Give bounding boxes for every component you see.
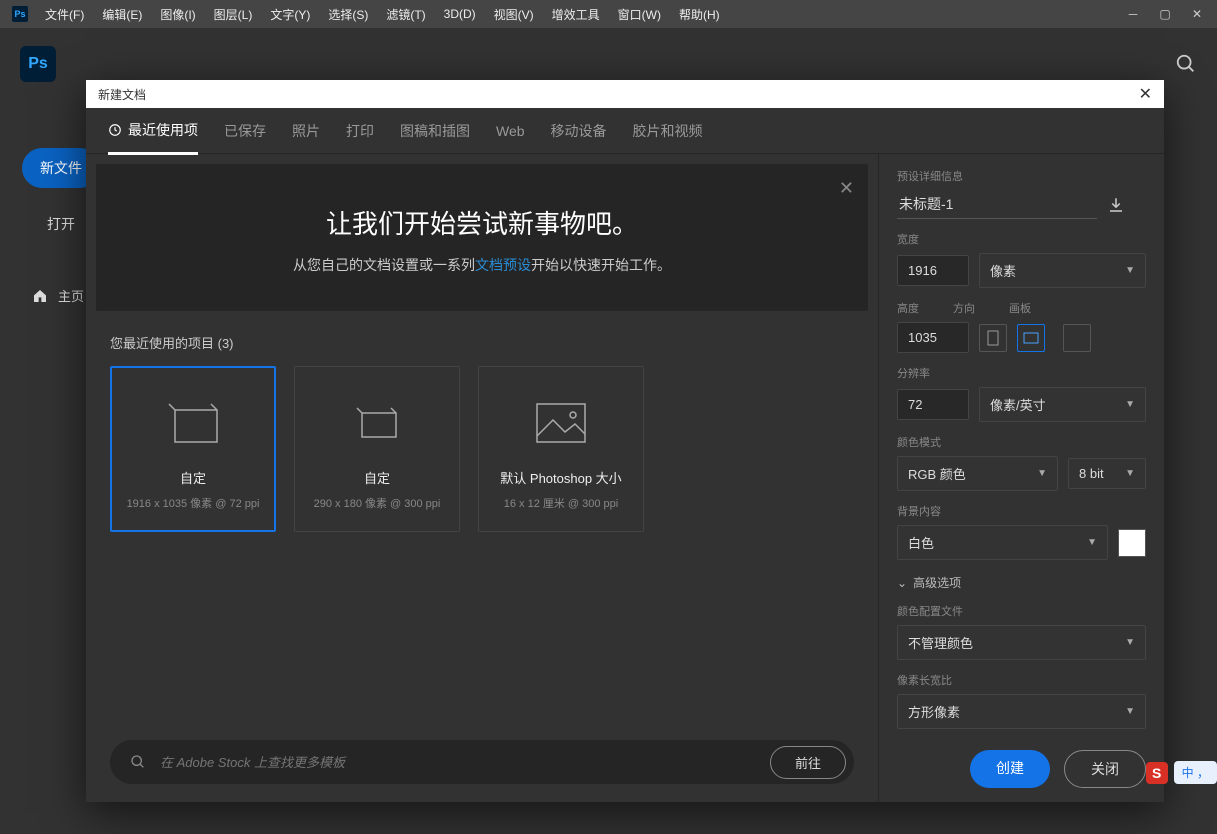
ime-indicator: S 中 ，	[1146, 761, 1217, 784]
tab-recent[interactable]: 最近使用项	[108, 108, 198, 155]
profile-label: 颜色配置文件	[897, 603, 1146, 619]
close-button[interactable]: 关闭	[1064, 750, 1146, 788]
res-label: 分辨率	[897, 365, 1146, 381]
home-label: 主页	[58, 286, 84, 305]
bg-label: 背景内容	[897, 503, 1146, 519]
height-label: 高度	[897, 300, 919, 316]
save-preset-icon[interactable]	[1107, 196, 1125, 214]
background-select[interactable]: 白色▼	[897, 525, 1108, 560]
hero-text: 从您自己的文档设置或一系列文档预设开始以快速开始工作。	[126, 255, 838, 275]
window-minimize-button[interactable]: ─	[1117, 0, 1149, 28]
color-profile-select[interactable]: 不管理颜色▼	[897, 625, 1146, 660]
details-header: 预设详细信息	[897, 168, 1146, 184]
aspect-label: 像素长宽比	[897, 672, 1146, 688]
chevron-down-icon: ▼	[1087, 537, 1097, 548]
preset-details-panel: 预设详细信息 宽度 像素▼ 高度 方向 画板 分辨率	[878, 154, 1164, 802]
window-close-button[interactable]: ✕	[1181, 0, 1213, 28]
background-swatch[interactable]	[1118, 529, 1146, 557]
orient-label: 方向	[953, 300, 975, 316]
presets-grid: 自定 1916 x 1035 像素 @ 72 ppi 自定 290 x 180 …	[86, 366, 878, 532]
orient-landscape-button[interactable]	[1017, 324, 1045, 352]
stock-search-input[interactable]	[160, 755, 756, 770]
artboard-label: 画板	[1009, 300, 1031, 316]
menu-filter[interactable]: 滤镜(T)	[377, 6, 434, 23]
new-document-dialog: 新建文档 ✕ 最近使用项 已保存 照片 打印 图稿和插图 Web 移动设备 胶片…	[86, 80, 1164, 802]
width-unit-select[interactable]: 像素▼	[979, 253, 1146, 288]
hero-close-icon[interactable]: ✕	[839, 178, 854, 199]
create-button[interactable]: 创建	[970, 750, 1050, 788]
menu-help[interactable]: 帮助(H)	[670, 6, 729, 23]
orient-portrait-button[interactable]	[979, 324, 1007, 352]
dialog-tabs: 最近使用项 已保存 照片 打印 图稿和插图 Web 移动设备 胶片和视频	[86, 108, 1164, 154]
color-mode-select[interactable]: RGB 颜色▼	[897, 456, 1058, 491]
menu-3d[interactable]: 3D(D)	[435, 7, 485, 21]
artboard-checkbox[interactable]	[1063, 324, 1091, 352]
ime-lang[interactable]: 中 ，	[1174, 761, 1217, 784]
tab-web[interactable]: Web	[496, 111, 525, 151]
document-icon	[163, 388, 223, 458]
chevron-down-icon: ▼	[1125, 637, 1135, 648]
dialog-left-panel: ✕ 让我们开始尝试新事物吧。 从您自己的文档设置或一系列文档预设开始以快速开始工…	[86, 154, 878, 802]
menubar: Ps 文件(F) 编辑(E) 图像(I) 图层(L) 文字(Y) 选择(S) 滤…	[0, 0, 1217, 28]
width-label: 宽度	[897, 231, 1146, 247]
advanced-toggle[interactable]: ⌄高级选项	[897, 574, 1146, 591]
window-maximize-button[interactable]: ▢	[1149, 0, 1181, 28]
resolution-input[interactable]	[897, 389, 969, 420]
menu-text[interactable]: 文字(Y)	[261, 6, 319, 23]
height-input[interactable]	[897, 322, 969, 353]
dialog-title: 新建文档	[98, 86, 146, 103]
preset-item-2[interactable]: 默认 Photoshop 大小 16 x 12 厘米 @ 300 ppi	[478, 366, 644, 532]
hero-link[interactable]: 文档预设	[475, 257, 531, 273]
menu-view[interactable]: 视图(V)	[485, 6, 543, 23]
menu-layer[interactable]: 图层(L)	[205, 6, 262, 23]
tab-saved[interactable]: 已保存	[224, 109, 266, 153]
clock-icon	[108, 123, 122, 137]
document-name-input[interactable]	[897, 190, 1097, 219]
home-icon	[32, 288, 48, 304]
tab-film[interactable]: 胶片和视频	[633, 109, 703, 153]
chevron-down-icon: ▼	[1125, 706, 1135, 717]
menu-plugins[interactable]: 增效工具	[543, 6, 609, 23]
tab-print[interactable]: 打印	[346, 109, 374, 153]
image-icon	[531, 388, 591, 458]
tab-mobile[interactable]: 移动设备	[551, 109, 607, 153]
chevron-down-icon: ▼	[1125, 399, 1135, 410]
preset-item-1[interactable]: 自定 290 x 180 像素 @ 300 ppi	[294, 366, 460, 532]
search-icon[interactable]	[1175, 53, 1197, 75]
dialog-close-icon[interactable]: ✕	[1139, 84, 1152, 104]
app-logo-small: Ps	[12, 6, 28, 22]
width-input[interactable]	[897, 255, 969, 286]
app-logo: Ps	[20, 46, 56, 82]
menu-edit[interactable]: 编辑(E)	[93, 6, 151, 23]
document-icon	[352, 388, 402, 458]
preset-item-0[interactable]: 自定 1916 x 1035 像素 @ 72 ppi	[110, 366, 276, 532]
ime-badge[interactable]: S	[1146, 762, 1168, 784]
stock-go-button[interactable]: 前往	[770, 746, 846, 779]
dialog-titlebar: 新建文档 ✕	[86, 80, 1164, 108]
hero-banner: ✕ 让我们开始尝试新事物吧。 从您自己的文档设置或一系列文档预设开始以快速开始工…	[96, 164, 868, 311]
chevron-down-icon: ▼	[1125, 468, 1135, 479]
hero-heading: 让我们开始尝试新事物吧。	[126, 204, 838, 241]
color-mode-label: 颜色模式	[897, 434, 1146, 450]
chevron-down-icon: ⌄	[897, 576, 907, 590]
recent-label: 您最近使用的项目 (3)	[110, 333, 854, 352]
search-icon	[130, 754, 146, 770]
tab-photo[interactable]: 照片	[292, 109, 320, 153]
menu-window[interactable]: 窗口(W)	[609, 6, 670, 23]
menu-select[interactable]: 选择(S)	[319, 6, 377, 23]
tab-art[interactable]: 图稿和插图	[400, 109, 470, 153]
menu-image[interactable]: 图像(I)	[151, 6, 204, 23]
menu-file[interactable]: 文件(F)	[36, 6, 93, 23]
chevron-down-icon: ▼	[1125, 265, 1135, 276]
bit-depth-select[interactable]: 8 bit▼	[1068, 458, 1146, 489]
stock-search: 前往	[110, 740, 854, 784]
resolution-unit-select[interactable]: 像素/英寸▼	[979, 387, 1146, 422]
chevron-down-icon: ▼	[1037, 468, 1047, 479]
pixel-aspect-select[interactable]: 方形像素▼	[897, 694, 1146, 729]
